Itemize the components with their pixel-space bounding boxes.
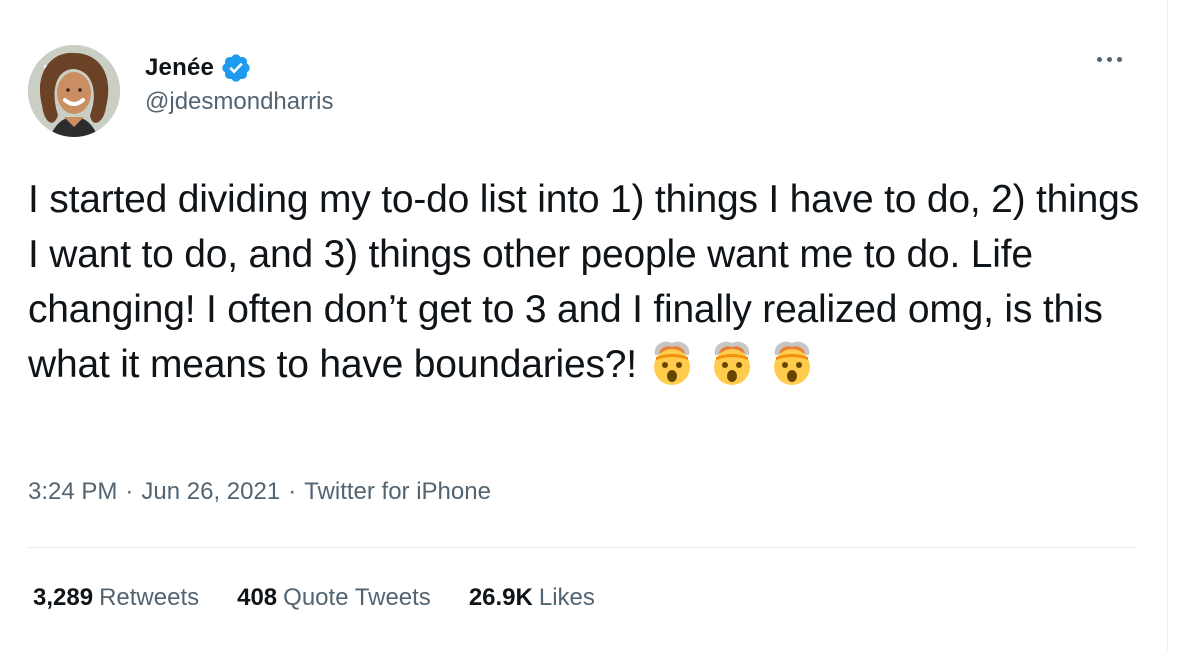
quote-tweets-count: 408 xyxy=(237,584,278,611)
retweets-stat[interactable]: 3,289 Retweets xyxy=(33,584,199,612)
tweet-source[interactable]: Twitter for iPhone xyxy=(304,478,491,506)
tweet-text: I started dividing my to-do list into 1)… xyxy=(28,178,1139,386)
name-row: Jenée xyxy=(145,50,333,86)
exploding-head-emoji-icon xyxy=(767,337,817,387)
quote-tweets-label: Quote Tweets xyxy=(283,584,431,611)
exploding-head-emoji-icon xyxy=(707,337,757,387)
likes-label: Likes xyxy=(538,584,595,611)
more-dot xyxy=(1097,57,1102,62)
likes-count: 26.9K xyxy=(468,584,533,611)
user-handle[interactable]: @jdesmondharris xyxy=(145,88,333,116)
exploding-head-emoji-icon xyxy=(647,337,697,387)
more-options-icon[interactable] xyxy=(1097,57,1122,62)
column-border xyxy=(1167,0,1168,650)
tweet-date[interactable]: Jun 26, 2021 xyxy=(141,478,280,506)
tweet-body: I started dividing my to-do list into 1)… xyxy=(28,172,1148,392)
author-block: Jenée @jdesmondharris xyxy=(145,50,333,116)
meta-separator: · xyxy=(288,478,297,505)
emoji-row xyxy=(647,337,817,387)
meta-separator: · xyxy=(125,478,134,505)
tweet-card: Jenée @jdesmondharris I started dividing… xyxy=(0,0,1167,650)
tweet-meta: 3:24 PM · Jun 26, 2021 · Twitter for iPh… xyxy=(28,478,491,506)
tweet-stats: 3,289 Retweets 408 Quote Tweets 26.9K Li… xyxy=(33,584,633,612)
avatar[interactable] xyxy=(28,45,120,137)
divider xyxy=(28,547,1135,548)
likes-stat[interactable]: 26.9K Likes xyxy=(469,584,595,612)
more-dot xyxy=(1107,57,1112,62)
tweet-time[interactable]: 3:24 PM xyxy=(28,478,117,506)
more-dot xyxy=(1117,57,1122,62)
retweets-count: 3,289 xyxy=(33,584,94,611)
quote-tweets-stat[interactable]: 408 Quote Tweets xyxy=(237,584,431,612)
retweets-label: Retweets xyxy=(99,584,200,611)
verified-badge-icon xyxy=(220,52,252,84)
avatar-image xyxy=(28,45,120,137)
display-name[interactable]: Jenée xyxy=(145,54,214,82)
